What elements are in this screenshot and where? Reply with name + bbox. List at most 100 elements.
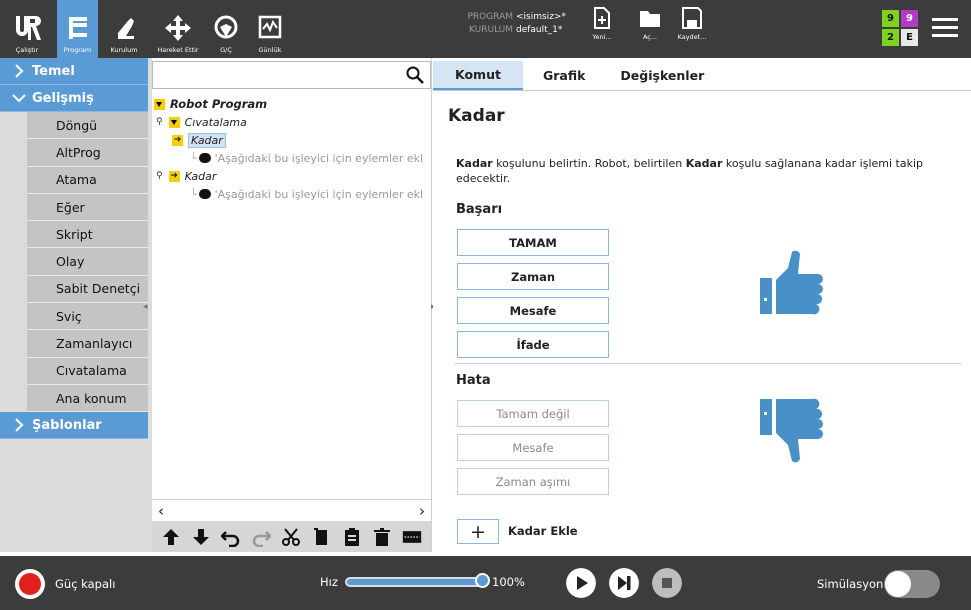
scroll-right-icon[interactable]: › [419, 502, 425, 520]
redo-icon[interactable] [251, 527, 272, 547]
io-tab-button[interactable]: G/Ç [206, 0, 246, 58]
desc-bold-term: Kadar [685, 157, 723, 170]
sidebar-item-svic[interactable]: Sviç [27, 303, 148, 331]
sidebar-item-olay[interactable]: Olay [27, 248, 148, 276]
add-until-button[interactable]: + [457, 519, 499, 544]
section-divider [455, 363, 961, 364]
log-tab-button[interactable]: Günlük [250, 0, 290, 58]
save-file-button[interactable]: Kaydet... [670, 6, 714, 41]
tab-grafik[interactable]: Grafik [526, 61, 602, 90]
installation-tab-label: Kurulum [110, 46, 138, 54]
speed-slider[interactable] [345, 577, 483, 587]
sidebar-item-ana-konum[interactable]: Ana konum [27, 384, 148, 413]
installation-key: KURULUM [468, 25, 513, 35]
tree-node-kadar-1[interactable]: ➜ Kadar [172, 132, 226, 148]
desc-bold-term: Kadar [456, 157, 493, 170]
sidebar-item-skript[interactable]: Skript [27, 221, 148, 249]
paste-icon[interactable] [342, 527, 362, 547]
simulation-toggle[interactable] [884, 570, 940, 598]
failure-section-title: Hata [456, 373, 491, 388]
move-tab-button[interactable]: Hareket Ettir [150, 0, 206, 58]
sidebar-item-eger[interactable]: Eğer [27, 193, 148, 222]
move-up-icon[interactable] [161, 527, 181, 547]
failure-distance-button[interactable]: Mesafe [457, 434, 609, 461]
delete-icon[interactable] [372, 527, 392, 547]
category-sablonlar[interactable]: Şablonlar [0, 412, 148, 440]
until-arrow-icon: ➜ [168, 170, 180, 182]
run-tab-button[interactable]: Çalıştır [0, 0, 54, 58]
program-name: <isimsiz>* [516, 12, 566, 22]
scroll-left-icon[interactable]: ‹ [158, 502, 164, 520]
program-key: PROGRAM [467, 12, 513, 22]
sidebar-item-atama[interactable]: Atama [27, 166, 148, 194]
sidebar-item-sabit-denetci[interactable]: Sabit Denetçi [27, 275, 148, 304]
advanced-command-list: Döngü AltProg Atama Eğer Skript Olay Sab… [0, 112, 148, 413]
search-icon[interactable] [406, 66, 424, 84]
installation-name: default_1* [516, 25, 563, 35]
hamburger-menu-icon[interactable] [930, 13, 960, 43]
badge-cell: E [901, 29, 918, 46]
tree-node-comment-2[interactable]: └ 'Aşağıdaki bu işleyici için eylemler e… [190, 186, 423, 202]
tree-search-input[interactable] [152, 61, 431, 89]
category-gelismis[interactable]: Gelişmiş [0, 85, 148, 112]
tree-horizontal-scrollbar[interactable]: ‹ › [152, 499, 431, 521]
speed-value: 100% [492, 575, 525, 589]
power-button[interactable] [15, 569, 45, 599]
success-time-button[interactable]: Zaman [457, 263, 609, 290]
undo-icon[interactable] [221, 527, 241, 547]
io-tab-label: G/Ç [220, 46, 232, 54]
failure-timeout-button[interactable]: Zaman aşımı [457, 468, 609, 495]
save-icon [682, 7, 702, 29]
new-file-button[interactable]: Yeni... [580, 6, 624, 41]
top-bar: Çalıştır Program Kurulum Hareket Ettir G… [0, 0, 971, 58]
plus-icon: + [470, 520, 486, 543]
tree-node-civatalama[interactable]: ⚲ Cıvatalama [156, 114, 247, 130]
success-expression-button[interactable]: İfade [457, 331, 609, 358]
desc-text: koşulunu belirtin. Robot, belirtilen [492, 157, 686, 170]
tree-node-kadar-2[interactable]: ⚲ ➜ Kadar [156, 168, 216, 184]
sidebar-item-dongu[interactable]: Döngü [27, 112, 148, 140]
success-distance-button[interactable]: Mesafe [457, 297, 609, 324]
bottom-bar: Güç kapalı Hız 100% Simülasyon [0, 556, 971, 610]
tree-toolbar [152, 521, 431, 552]
move-down-icon[interactable] [191, 527, 211, 547]
program-tab-button[interactable]: Program [57, 0, 98, 58]
log-tab-label: Günlük [258, 46, 282, 54]
command-tabs: Komut Grafik Değişkenler [433, 61, 971, 91]
tab-degiskenler[interactable]: Değişkenler [602, 61, 722, 90]
category-label: Gelişmiş [32, 90, 94, 106]
expand-triangle-icon[interactable] [168, 116, 180, 128]
program-tab-label: Program [63, 46, 92, 54]
suppress-icon[interactable] [402, 527, 422, 547]
category-temel[interactable]: Temel [0, 58, 148, 85]
program-tree-panel: Robot Program ⚲ Cıvatalama ➜ Kadar └ 'Aş… [148, 58, 432, 552]
play-button[interactable] [566, 568, 596, 598]
sidebar-item-altprog[interactable]: AltProg [27, 139, 148, 167]
tree-node-robot-program[interactable]: Robot Program [154, 96, 267, 112]
step-button[interactable] [609, 568, 639, 598]
stop-button[interactable] [652, 568, 682, 598]
tab-komut[interactable]: Komut [433, 61, 523, 90]
thumbs-down-icon [760, 398, 823, 463]
installation-tab-button[interactable]: Kurulum [99, 0, 149, 58]
tree-node-comment-1[interactable]: └ 'Aşağıdaki bu işleyici için eylemler e… [190, 150, 423, 166]
pin-icon: ⚲ [156, 171, 163, 181]
failure-not-ok-button[interactable]: Tamam değil [457, 400, 609, 427]
new-file-icon [594, 7, 610, 29]
success-ok-button[interactable]: TAMAM [457, 229, 609, 256]
cut-icon[interactable] [281, 527, 301, 547]
tree-node-label: Kadar [184, 169, 217, 183]
sidebar-collapse-handle[interactable]: ◂ [143, 302, 148, 312]
program-icon [68, 17, 87, 39]
sidebar-item-zamanlayici[interactable]: Zamanlayıcı [27, 330, 148, 358]
ur-logo-icon [16, 16, 41, 40]
expand-triangle-icon[interactable] [154, 98, 165, 110]
open-file-button[interactable]: Aç... [628, 6, 672, 41]
chevron-right-icon [15, 64, 24, 78]
io-icon [214, 15, 238, 39]
status-badge[interactable]: 9 9 2 E [882, 10, 918, 46]
open-folder-icon [640, 11, 660, 27]
sidebar-item-civatalama[interactable]: Cıvatalama [27, 357, 148, 385]
speed-slider-handle[interactable] [475, 573, 490, 588]
copy-icon[interactable] [312, 527, 332, 547]
